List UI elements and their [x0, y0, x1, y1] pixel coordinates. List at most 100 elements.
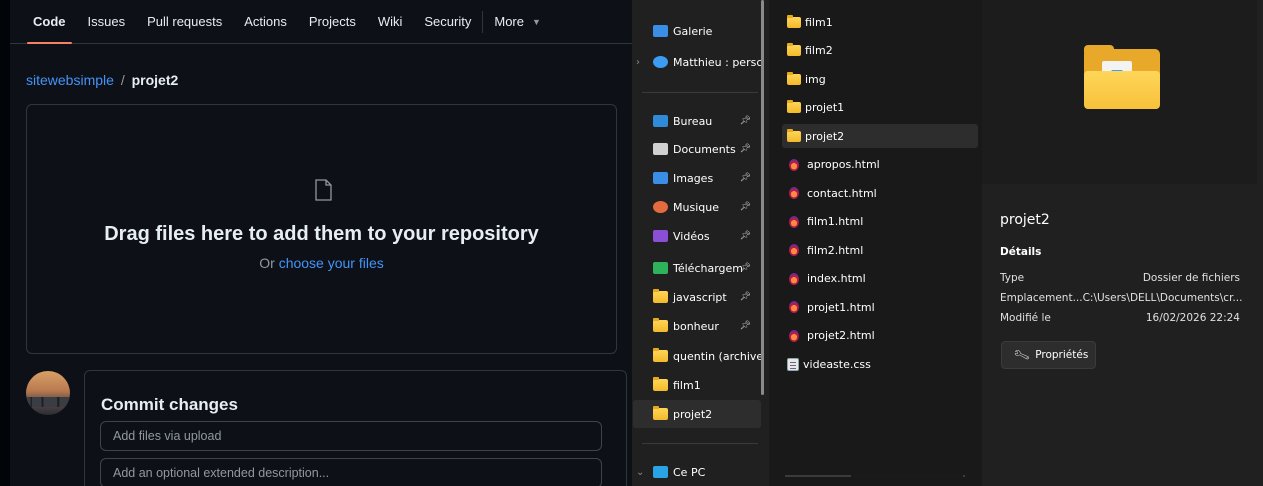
nav-item-label: Matthieu : persc: [673, 55, 761, 69]
nav-item-label: quentin (archive: [673, 349, 761, 363]
dropzone-subtitle: Or choose your files: [27, 255, 616, 271]
breadcrumb: sitewebsimple / projet2: [26, 72, 178, 88]
file-name: index.html: [807, 272, 866, 285]
file-name: projet2: [805, 129, 845, 143]
detail-value: 16/02/2026 22:24: [1145, 312, 1240, 324]
file-row[interactable]: film1: [782, 10, 978, 34]
folder-icon: [787, 43, 801, 56]
file-name: film1.html: [807, 215, 864, 228]
pin-icon: 📌︎: [739, 116, 751, 126]
file-row[interactable]: projet2: [782, 124, 978, 148]
expand-chevron-icon[interactable]: ⌄: [636, 467, 644, 478]
file-name: projet1.html: [807, 300, 875, 314]
dropzone-title: Drag files here to add them to your repo…: [104, 223, 539, 245]
nav-item-label: projet2: [673, 407, 713, 421]
file-row[interactable]: projet1: [782, 96, 978, 120]
folder-icon: [653, 348, 668, 362]
folder-icon: [653, 406, 668, 420]
pin-icon: 📌︎: [739, 263, 751, 273]
pin-icon: 📌︎: [739, 321, 751, 331]
pin-icon: 📌︎: [739, 202, 751, 212]
nav-item-label: Images: [673, 171, 714, 185]
file-row[interactable]: apropos.html: [782, 153, 978, 177]
tab-wiki[interactable]: Wiki: [378, 0, 403, 44]
nav-item[interactable]: Bureau 📌︎: [633, 107, 761, 135]
folder-icon: [787, 71, 801, 85]
file-name: apropos.html: [807, 158, 880, 171]
nav-item[interactable]: bonheur 📌︎: [633, 312, 761, 340]
expand-chevron-icon[interactable]: ›: [636, 57, 640, 68]
file-row[interactable]: film2: [782, 39, 978, 63]
commit-summary-input[interactable]: Add files via upload: [100, 421, 602, 451]
choose-files-link[interactable]: choose your files: [279, 255, 384, 271]
nav-item[interactable]: Vidéos 📌︎: [633, 222, 761, 250]
file-row[interactable]: img: [782, 67, 978, 91]
avatar[interactable]: [26, 371, 70, 415]
nav-item[interactable]: Images 📌︎: [633, 164, 761, 192]
folder-icon: [653, 377, 668, 391]
nav-item-label: Vidéos: [673, 229, 710, 243]
folder-icon: [653, 289, 668, 303]
nav-item[interactable]: Documents 📌︎: [633, 135, 761, 163]
nav-item-label: Documents: [673, 142, 736, 156]
caret-down-icon: ▼: [531, 16, 541, 27]
file-row[interactable]: projet1.html: [782, 295, 978, 319]
wrench-icon: 🔧︎: [1012, 345, 1032, 365]
details-title: projet2: [1000, 212, 1050, 228]
breadcrumb-separator: /: [120, 72, 125, 88]
file-name: img: [805, 72, 826, 86]
nav-item-label: Galerie: [673, 24, 713, 38]
nav-item[interactable]: projet2: [633, 400, 761, 428]
more-label: More: [494, 14, 524, 29]
nav-item[interactable]: javascript 📌︎: [633, 283, 761, 311]
commit-description-input[interactable]: Add an optional extended description...: [100, 458, 602, 486]
nav-item-label: Téléchargem: [673, 261, 743, 275]
html-file-icon: [789, 158, 799, 171]
file-row[interactable]: projet2.html: [782, 324, 978, 348]
pin-icon: 📌︎: [739, 292, 751, 302]
file-row[interactable]: film2.html: [782, 238, 978, 262]
explorer-nav-pane: Galerie › Matthieu : persc Bureau 📌︎ Document…: [632, 0, 769, 486]
detail-row-location: Emplacement... C:\Users\DELL\Documents\c…: [1000, 292, 1243, 304]
tab-actions[interactable]: Actions: [244, 0, 287, 44]
tab-code[interactable]: Code: [27, 0, 71, 44]
repo-nav: Code Issues Pull requests Actions Projec…: [10, 0, 632, 44]
nav-item[interactable]: Musique 📌︎: [633, 193, 761, 221]
nav-divider: [642, 92, 758, 93]
more-menu-button[interactable]: More ▼: [494, 14, 541, 29]
breadcrumb-repo-link[interactable]: sitewebsimple: [26, 72, 114, 88]
detail-value: Dossier de fichiers: [1142, 272, 1240, 284]
images-icon: [653, 172, 668, 184]
nav-item[interactable]: film1: [633, 371, 761, 399]
commit-changes-box: Commit changes Add files via upload Add …: [84, 370, 627, 486]
nav-item[interactable]: ⌄ Ce PC: [633, 458, 761, 486]
folder-icon: [787, 128, 801, 142]
explorer-details-pane: projet2 Détails Type Dossier de fichiers…: [982, 0, 1263, 486]
file-row[interactable]: index.html: [782, 267, 978, 291]
tab-pull-requests[interactable]: Pull requests: [147, 0, 222, 44]
tab-projects[interactable]: Projects: [309, 0, 356, 44]
file-row[interactable]: videaste.css: [782, 352, 978, 376]
html-file-icon: [789, 272, 799, 285]
download-icon: [653, 262, 668, 274]
detail-row-type: Type Dossier de fichiers: [1000, 272, 1240, 284]
file-dropzone[interactable]: Drag files here to add them to your repo…: [26, 104, 617, 354]
nav-item[interactable]: › Matthieu : persc: [633, 48, 761, 76]
nav-item[interactable]: Galerie: [633, 17, 761, 45]
tab-issues[interactable]: Issues: [88, 0, 126, 44]
nav-scrollbar[interactable]: [761, 0, 764, 395]
file-row[interactable]: contact.html: [782, 181, 978, 205]
nav-item-label: film1: [673, 378, 701, 392]
detail-value: C:\Users\DELL\Documents\cr...: [1082, 292, 1243, 304]
file-name: contact.html: [807, 186, 877, 200]
file-row[interactable]: film1.html: [782, 210, 978, 234]
folder-icon: [787, 14, 801, 28]
nav-item[interactable]: Téléchargem 📌︎: [633, 254, 761, 282]
nav-item[interactable]: quentin (archive: [633, 342, 761, 370]
pc-icon: [653, 466, 668, 478]
file-list-scrollbar[interactable]: [785, 475, 965, 477]
html-file-icon: [789, 329, 799, 342]
properties-button[interactable]: 🔧︎ Propriétés: [1001, 341, 1096, 369]
tab-security[interactable]: Security: [424, 0, 471, 44]
detail-key: Emplacement...: [1000, 292, 1083, 304]
